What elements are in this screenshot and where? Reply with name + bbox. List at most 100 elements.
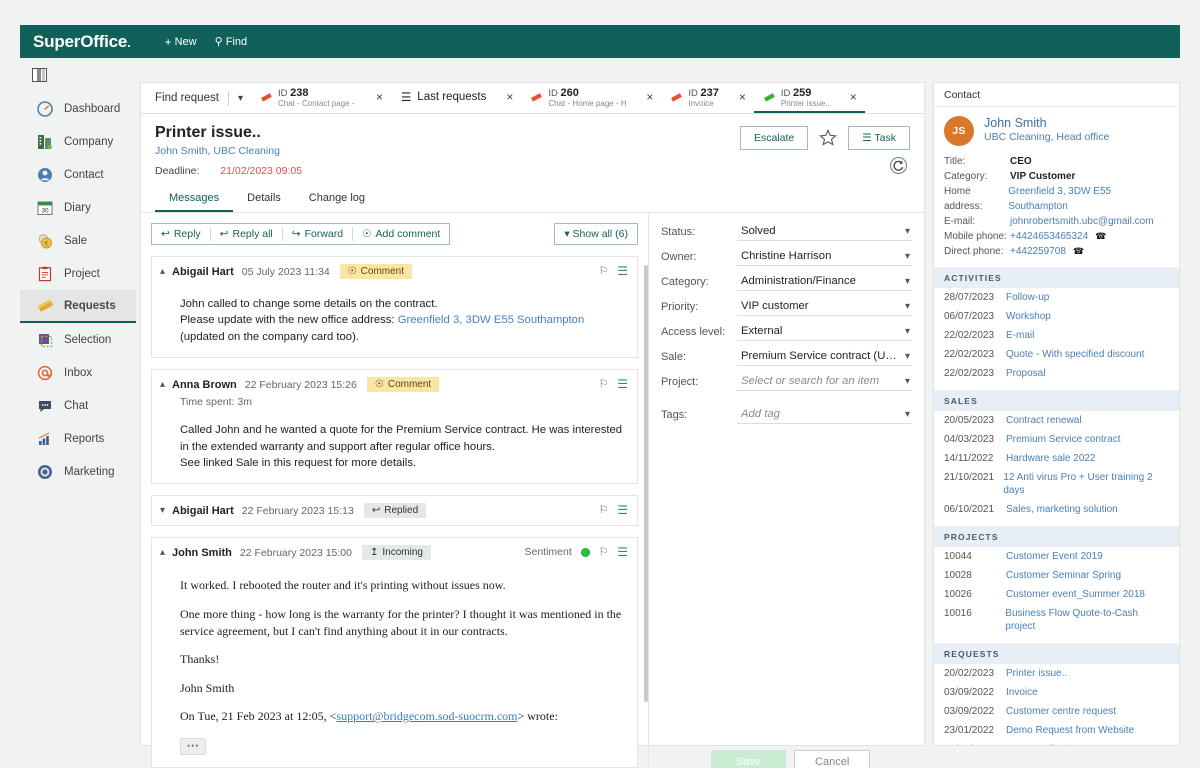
sidebar-item-marketing[interactable]: Marketing	[20, 455, 136, 488]
access-level-select[interactable]: External ▾	[736, 325, 912, 341]
email-link[interactable]: johnrobertsmith.ubc@gmail.com	[1010, 214, 1154, 229]
list-item[interactable]: 03/09/2022 Invoice	[934, 683, 1179, 702]
tab-close-icon[interactable]: ×	[646, 90, 653, 104]
new-button[interactable]: + New	[165, 35, 197, 49]
list-item[interactable]: 04/03/2023 Premium Service contract	[934, 430, 1179, 449]
list-item[interactable]: 22/02/2023 E-mail	[934, 326, 1179, 345]
list-item[interactable]: 10026 Customer event_Summer 2018	[934, 585, 1179, 604]
contact-org[interactable]: UBC Cleaning, Head office	[984, 131, 1109, 143]
escalate-button[interactable]: Escalate	[739, 126, 809, 150]
chevron-up-icon[interactable]: ▴	[160, 547, 172, 558]
tab-request-237[interactable]: ID 237 Invoice ×	[661, 83, 754, 113]
find-request-dropdown[interactable]: Find request ▾	[141, 83, 251, 113]
menu-icon[interactable]: ☰	[617, 264, 628, 278]
list-item[interactable]: 20/02/2023 Printer issue..	[934, 664, 1179, 683]
chevron-up-icon[interactable]: ▴	[160, 266, 172, 277]
show-all-button[interactable]: ▾ Show all (6)	[554, 223, 638, 245]
app-logo[interactable]: SuperOffice.	[33, 32, 131, 52]
address-link[interactable]: Greenfield 3, 3DW E55 Southampton	[398, 314, 585, 326]
tab-change-log[interactable]: Change log	[295, 187, 379, 212]
chevron-down-icon[interactable]: ▾	[160, 505, 172, 516]
tab-last-requests[interactable]: ☰ Last requests ×	[391, 83, 521, 113]
list-item[interactable]: 20/05/2023 Contract renewal	[934, 411, 1179, 430]
sidebar-item-project[interactable]: Project	[20, 257, 136, 290]
priority-select[interactable]: VIP customer ▾	[736, 300, 912, 316]
list-item[interactable]: 10016 Business Flow Quote-to-Cash projec…	[934, 604, 1179, 636]
phone-link[interactable]: +442259708	[1010, 244, 1066, 259]
forward-button[interactable]: ↪ Forward	[283, 224, 352, 244]
sidebar-item-dashboard[interactable]: Dashboard	[20, 92, 136, 125]
sidebar-item-diary[interactable]: 30 Diary	[20, 191, 136, 224]
category-select[interactable]: Administration/Finance ▾	[736, 275, 912, 291]
sidebar-item-requests[interactable]: Requests	[20, 290, 136, 323]
tab-close-icon[interactable]: ×	[850, 90, 857, 104]
list-item[interactable]: 22/02/2023 Quote - With specified discou…	[934, 345, 1179, 364]
tab-contact[interactable]: Contact	[944, 89, 980, 101]
task-button[interactable]: ☰ Task	[848, 126, 910, 150]
menu-icon[interactable]: ☰	[617, 545, 628, 559]
tab-request-260[interactable]: ID 260 Chat - Home page - Hi, it ×	[521, 83, 661, 113]
tab-request-238[interactable]: ID 238 Chat - Contact page - Hi, ×	[251, 83, 391, 113]
tab-request-259[interactable]: ID 259 Printer issue.. ×	[753, 83, 865, 113]
flag-icon[interactable]: ⚐	[599, 504, 608, 516]
tab-details[interactable]: Details	[233, 187, 295, 212]
list-item[interactable]: 22/02/2023 Proposal	[934, 364, 1179, 383]
sidebar-item-sale[interactable]: € Sale	[20, 224, 136, 257]
list-item[interactable]: 23/01/2022 Demo Request from Website	[934, 721, 1179, 740]
add-comment-button[interactable]: ☉ Add comment	[353, 224, 449, 244]
list-item[interactable]: 10028 Customer Seminar Spring	[934, 566, 1179, 585]
menu-icon[interactable]: ☰	[617, 503, 628, 517]
expand-quote-button[interactable]: •••	[180, 737, 207, 755]
email-link[interactable]: support@bridgecom.sod-suocrm.com	[336, 709, 517, 723]
sidebar-item-inbox[interactable]: Inbox	[20, 356, 136, 389]
list-item[interactable]: 14/11/2022 Hardware sale 2022	[934, 449, 1179, 468]
message-header[interactable]: ▴ Abigail Hart 05 July 2023 11:34 ☉ Comm…	[152, 257, 637, 286]
tab-messages[interactable]: Messages	[155, 187, 234, 212]
sidebar-item-reports[interactable]: Reports	[20, 422, 136, 455]
tab-close-icon[interactable]: ×	[739, 90, 746, 104]
phone-icon[interactable]: ☎	[1073, 244, 1084, 259]
sidebar-item-company[interactable]: Company	[20, 125, 136, 158]
contact-name[interactable]: John Smith	[984, 116, 1109, 130]
address-link[interactable]: Greenfield 3, 3DW E55 Southampton	[1008, 184, 1169, 214]
messages-scrollbar[interactable]	[643, 265, 648, 702]
flag-icon[interactable]: ⚐	[599, 378, 608, 390]
reply-button[interactable]: ↩ Reply	[152, 224, 210, 244]
tags-select[interactable]: Add tag ▾	[736, 408, 912, 424]
list-item[interactable]: 28/07/2023 Follow-up	[934, 288, 1179, 307]
phone-link[interactable]: +4424653465324	[1010, 229, 1088, 244]
field-access-level: Access level: External ▾	[661, 325, 912, 341]
sidebar-collapse-icon[interactable]	[32, 66, 54, 84]
phone-icon[interactable]: ☎	[1095, 229, 1106, 244]
sale-select[interactable]: Premium Service contract (UBC Cleani... …	[736, 350, 912, 366]
refresh-icon[interactable]	[889, 156, 908, 175]
message-header[interactable]: ▴ Anna Brown 22 February 2023 15:26 ☉ Co…	[152, 370, 637, 399]
save-button[interactable]: Save	[710, 750, 787, 768]
list-item[interactable]: 06/10/2021 Sales, marketing solution	[934, 500, 1179, 519]
list-item[interactable]: 10044 Customer Event 2019	[934, 547, 1179, 566]
owner-select[interactable]: Christine Harrison ▾	[736, 250, 912, 266]
project-select[interactable]: Select or search for an item ▾	[736, 375, 912, 391]
flag-icon[interactable]: ⚐	[599, 265, 608, 277]
cancel-button[interactable]: Cancel	[794, 750, 871, 768]
message-header[interactable]: ▾ Abigail Hart 22 February 2023 15:13 ↩ …	[152, 496, 637, 525]
status-select[interactable]: Solved ▾	[736, 225, 912, 241]
tab-close-icon[interactable]: ×	[506, 90, 513, 104]
tab-close-icon[interactable]: ×	[376, 90, 383, 104]
list-item[interactable]: 03/09/2022 Customer centre request	[934, 702, 1179, 721]
list-item[interactable]: 01/06/2021 NPS Feedback	[934, 740, 1179, 745]
sidebar-item-contact[interactable]: Contact	[20, 158, 136, 191]
contact-link[interactable]: John Smith	[155, 145, 208, 157]
menu-icon[interactable]: ☰	[617, 377, 628, 391]
flag-icon[interactable]: ⚐	[599, 546, 608, 558]
company-link[interactable]: UBC Cleaning	[213, 145, 280, 157]
find-button[interactable]: ⚲ Find	[215, 35, 247, 49]
message-header[interactable]: ▴ John Smith 22 February 2023 15:00 ↥ In…	[152, 538, 637, 567]
star-icon[interactable]	[818, 128, 838, 148]
sidebar-item-selection[interactable]: Selection	[20, 323, 136, 356]
sidebar-item-chat[interactable]: Chat	[20, 389, 136, 422]
chevron-up-icon[interactable]: ▴	[160, 379, 172, 390]
list-item[interactable]: 21/10/2021 12 Anti virus Pro + User trai…	[934, 468, 1179, 500]
reply-all-button[interactable]: ↩ Reply all	[211, 224, 282, 244]
list-item[interactable]: 06/07/2023 Workshop	[934, 307, 1179, 326]
